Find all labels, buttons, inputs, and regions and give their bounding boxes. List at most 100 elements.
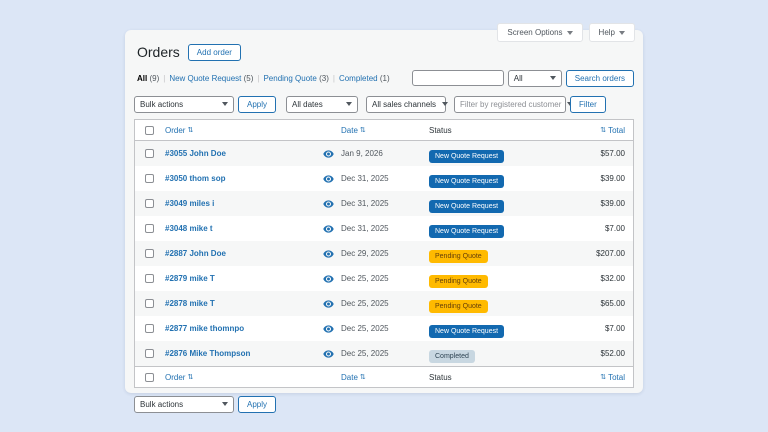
help-button[interactable]: Help bbox=[589, 23, 635, 42]
view-completed[interactable]: Completed (1) bbox=[339, 74, 390, 83]
order-date: Dec 25, 2025 bbox=[341, 299, 429, 308]
select-all-checkbox[interactable] bbox=[145, 373, 154, 382]
preview-eye-icon[interactable] bbox=[315, 300, 341, 308]
order-column-sort[interactable]: Order⇅ bbox=[165, 373, 315, 382]
date-column-sort[interactable]: Date⇅ bbox=[341, 126, 429, 135]
sort-icon: ⇅ bbox=[600, 127, 606, 134]
orders-table: Order⇅ Date⇅ Status ⇅Total #3055 John Do… bbox=[134, 119, 634, 388]
row-checkbox[interactable] bbox=[145, 224, 154, 233]
order-total: $52.00 bbox=[601, 349, 633, 358]
order-date: Dec 31, 2025 bbox=[341, 224, 429, 233]
search-status-select[interactable]: All bbox=[508, 70, 562, 87]
order-total: $7.00 bbox=[605, 324, 633, 333]
status-badge: New Quote Request bbox=[429, 325, 504, 338]
bulk-actions-select[interactable]: Bulk actions bbox=[134, 96, 234, 113]
page-title: Orders bbox=[137, 44, 180, 60]
preview-eye-icon[interactable] bbox=[315, 350, 341, 358]
order-link[interactable]: #2887 John Doe bbox=[165, 249, 315, 258]
preview-eye-icon[interactable] bbox=[315, 175, 341, 183]
view-separator: | bbox=[257, 74, 259, 83]
table-row: #2887 John Doe Dec 29, 2025 Pending Quot… bbox=[135, 241, 633, 266]
order-link[interactable]: #2876 Mike Thompson bbox=[165, 349, 315, 358]
view-pending-quote[interactable]: Pending Quote (3) bbox=[263, 74, 328, 83]
status-badge: Completed bbox=[429, 350, 475, 363]
filter-button[interactable]: Filter bbox=[570, 96, 606, 113]
screen-options-button[interactable]: Screen Options bbox=[497, 23, 582, 42]
status-badge: New Quote Request bbox=[429, 175, 504, 188]
order-link[interactable]: #3055 John Doe bbox=[165, 149, 315, 158]
table-row: #3048 mike t Dec 31, 2025 New Quote Requ… bbox=[135, 216, 633, 241]
chevron-down-icon bbox=[550, 76, 556, 80]
sort-icon: ⇅ bbox=[360, 127, 366, 134]
help-label: Help bbox=[599, 28, 615, 37]
order-date: Dec 25, 2025 bbox=[341, 349, 429, 358]
order-total: $39.00 bbox=[601, 199, 633, 208]
order-link[interactable]: #2878 mike T bbox=[165, 299, 315, 308]
order-link[interactable]: #2877 mike thomnpo bbox=[165, 324, 315, 333]
sort-icon: ⇅ bbox=[187, 374, 193, 381]
status-views: All (9) | New Quote Request (5) | Pendin… bbox=[137, 74, 390, 83]
order-total: $65.00 bbox=[601, 299, 633, 308]
orders-table-body: #3055 John Doe Jan 9, 2026 New Quote Req… bbox=[135, 141, 633, 366]
view-all[interactable]: All (9) bbox=[137, 74, 159, 83]
table-row: #2877 mike thomnpo Dec 25, 2025 New Quot… bbox=[135, 316, 633, 341]
add-order-button[interactable]: Add order bbox=[188, 44, 241, 61]
table-row: #2876 Mike Thompson Dec 25, 2025 Complet… bbox=[135, 341, 633, 366]
chevron-down-icon bbox=[222, 402, 228, 406]
sales-channel-select[interactable]: All sales channels bbox=[366, 96, 446, 113]
row-checkbox[interactable] bbox=[145, 149, 154, 158]
search-input[interactable] bbox=[412, 70, 504, 86]
chevron-down-icon bbox=[346, 102, 352, 106]
apply-button-bottom[interactable]: Apply bbox=[238, 396, 276, 413]
row-checkbox[interactable] bbox=[145, 274, 154, 283]
sort-icon: ⇅ bbox=[360, 374, 366, 381]
order-link[interactable]: #2879 mike T bbox=[165, 274, 315, 283]
order-total: $39.00 bbox=[601, 174, 633, 183]
view-separator: | bbox=[163, 74, 165, 83]
preview-eye-icon[interactable] bbox=[315, 275, 341, 283]
total-column-sort[interactable]: ⇅Total bbox=[600, 373, 633, 382]
row-checkbox[interactable] bbox=[145, 349, 154, 358]
row-checkbox[interactable] bbox=[145, 174, 154, 183]
customer-filter-select[interactable]: Filter by registered customer bbox=[454, 96, 566, 113]
chevron-down-icon bbox=[567, 31, 573, 35]
date-column-sort[interactable]: Date⇅ bbox=[341, 373, 429, 382]
order-link[interactable]: #3050 thom sop bbox=[165, 174, 315, 183]
order-link[interactable]: #3049 miles i bbox=[165, 199, 315, 208]
admin-top-tabs: Screen Options Help bbox=[497, 23, 635, 42]
status-column-header: Status bbox=[429, 373, 579, 382]
status-badge: New Quote Request bbox=[429, 225, 504, 238]
row-checkbox[interactable] bbox=[145, 199, 154, 208]
row-checkbox[interactable] bbox=[145, 249, 154, 258]
chevron-down-icon bbox=[222, 102, 228, 106]
orders-admin-panel: Screen Options Help Orders Add order All… bbox=[125, 30, 643, 393]
preview-eye-icon[interactable] bbox=[315, 225, 341, 233]
bulk-actions-select-bottom[interactable]: Bulk actions bbox=[134, 396, 234, 413]
order-date: Dec 31, 2025 bbox=[341, 199, 429, 208]
apply-button[interactable]: Apply bbox=[238, 96, 276, 113]
view-separator: | bbox=[333, 74, 335, 83]
row-checkbox[interactable] bbox=[145, 299, 154, 308]
total-column-sort[interactable]: ⇅Total bbox=[600, 126, 633, 135]
chevron-down-icon bbox=[619, 31, 625, 35]
preview-eye-icon[interactable] bbox=[315, 150, 341, 158]
order-link[interactable]: #3048 mike t bbox=[165, 224, 315, 233]
screen-options-label: Screen Options bbox=[507, 28, 562, 37]
select-all-checkbox[interactable] bbox=[145, 126, 154, 135]
preview-eye-icon[interactable] bbox=[315, 250, 341, 258]
order-date: Dec 25, 2025 bbox=[341, 324, 429, 333]
preview-eye-icon[interactable] bbox=[315, 200, 341, 208]
table-row: #3055 John Doe Jan 9, 2026 New Quote Req… bbox=[135, 141, 633, 166]
view-new-quote-request[interactable]: New Quote Request (5) bbox=[169, 74, 253, 83]
order-date: Dec 25, 2025 bbox=[341, 274, 429, 283]
order-column-sort[interactable]: Order⇅ bbox=[165, 126, 315, 135]
status-badge: New Quote Request bbox=[429, 150, 504, 163]
search-orders-button[interactable]: Search orders bbox=[566, 70, 634, 87]
order-date: Jan 9, 2026 bbox=[341, 149, 429, 158]
row-checkbox[interactable] bbox=[145, 324, 154, 333]
order-total: $7.00 bbox=[605, 224, 633, 233]
order-date: Dec 29, 2025 bbox=[341, 249, 429, 258]
date-filter-select[interactable]: All dates bbox=[286, 96, 358, 113]
table-footer-row: Order⇅ Date⇅ Status ⇅Total bbox=[135, 366, 633, 387]
preview-eye-icon[interactable] bbox=[315, 325, 341, 333]
